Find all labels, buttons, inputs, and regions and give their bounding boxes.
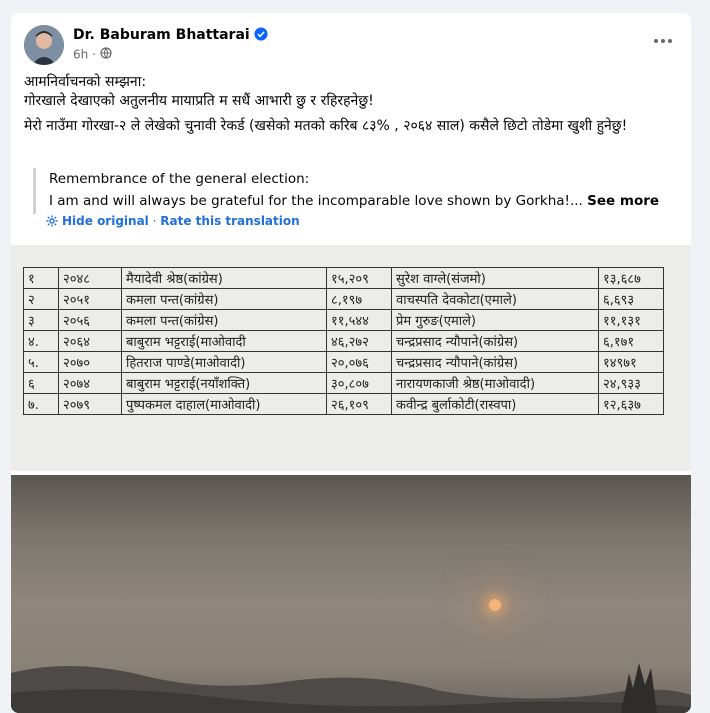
table-cell: बाबुराम भट्टराई(नयाँशक्ति) xyxy=(121,372,327,394)
table-cell: २०५१ xyxy=(58,288,122,310)
table-cell: ११,५४४ xyxy=(326,309,392,331)
table-cell: कमला पन्त(कांग्रेस) xyxy=(121,288,327,310)
table-cell: ३०,८०७ xyxy=(326,372,392,394)
table-cell: वाचस्पति देवकोटा(एमाले) xyxy=(391,288,599,310)
table-cell: २४,९३३ xyxy=(598,372,664,394)
table-cell: २६,१०९ xyxy=(326,393,392,415)
table-cell: प्रेम गुरुङ(एमाले) xyxy=(391,309,599,331)
table-cell: कमला पन्त(कांग्रेस) xyxy=(121,309,327,331)
table-cell: कवीन्द्र बुर्लाकोटी(रास्वपा) xyxy=(391,393,599,415)
table-row: ७. २०७९ पुष्पकमल दाहाल(माओवादी) २६,१०९ कवीन्… xyxy=(23,393,664,415)
table-cell: बाबुराम भट्टराई(माओवादी xyxy=(121,330,327,352)
author-name-text[interactable]: Dr. Baburam Bhattarai xyxy=(73,27,250,43)
table-cell: २०७४ xyxy=(58,372,122,394)
post-meta: 6h · xyxy=(73,47,112,62)
table-cell: ११,१३१ xyxy=(598,309,664,331)
sun-glow xyxy=(489,599,501,611)
more-options-button[interactable] xyxy=(649,31,677,51)
table-cell: २०५६ xyxy=(58,309,122,331)
table-cell: मैयादेवी श्रेष्ठ(कांग्रेस) xyxy=(121,267,327,289)
post-body-line: गोरखाले देखाएको अतुलनीय मायाप्रति म सधैं… xyxy=(24,93,374,109)
election-results-table: १ २०४८ मैयादेवी श्रेष्ठ(कांग्रेस) १५,२०९ सुर… xyxy=(23,267,664,415)
globe-icon xyxy=(100,47,112,62)
table-row: ४. २०६४ बाबुराम भट्टराई(माओवादी ४६,२७२ चन्द्… xyxy=(23,330,664,352)
table-cell: २०७९ xyxy=(58,393,122,415)
table-cell: चन्द्रप्रसाद न्यौपाने(कांग्रेस) xyxy=(391,351,599,373)
rate-translation-link[interactable]: Rate this translation xyxy=(160,214,299,228)
hide-original-link[interactable]: Hide original xyxy=(62,214,149,228)
link-separator: · xyxy=(152,214,157,228)
verified-badge-icon xyxy=(254,27,268,45)
hills-silhouette xyxy=(11,663,691,713)
translation-line: I am and will always be grateful for the… xyxy=(49,190,673,212)
table-cell: २०७० xyxy=(58,351,122,373)
table-row: ६ २०७४ बाबुराम भट्टराई(नयाँशक्ति) ३०,८०७ नार… xyxy=(23,372,664,394)
translation-block: Remembrance of the general election: I a… xyxy=(33,168,673,214)
translation-line-text: I am and will always be grateful for the… xyxy=(49,193,583,209)
post-header: Dr. Baburam Bhattarai 6h · xyxy=(11,13,691,73)
table-cell: १३,६८७ xyxy=(598,267,664,289)
table-cell: हितराज पाण्डे(माओवादी) xyxy=(121,351,327,373)
see-more-link[interactable]: See more xyxy=(587,193,659,209)
table-cell: ३ xyxy=(23,309,59,331)
table-cell: ६,१७१ xyxy=(598,330,664,352)
post-body: आमनिर्वाचनको सम्झना: गोरखाले देखाएको अतु… xyxy=(24,73,679,136)
table-row: ५. २०७० हितराज पाण्डे(माओवादी) २०,०७६ चन्द्र… xyxy=(23,351,664,373)
table-cell: चन्द्रप्रसाद न्यौपाने(कांग्रेस) xyxy=(391,330,599,352)
table-cell: ४. xyxy=(23,330,59,352)
table-cell: १२,६३७ xyxy=(598,393,664,415)
table-row: १ २०४८ मैयादेवी श्रेष्ठ(कांग्रेस) १५,२०९ सुर… xyxy=(23,267,664,289)
meta-separator: · xyxy=(92,47,96,62)
post-body-line: आमनिर्वाचनको सम्झना: xyxy=(24,74,147,90)
table-row: ३ २०५६ कमला पन्त(कांग्रेस) ११,५४४ प्रेम गुरु… xyxy=(23,309,664,331)
table-cell: ४६,२७२ xyxy=(326,330,392,352)
table-row: २ २०५१ कमला पन्त(कांग्रेस) ८,१९७ वाचस्पति दे… xyxy=(23,288,664,310)
sunset-photo[interactable] xyxy=(11,475,691,713)
table-cell: ८,१९७ xyxy=(326,288,392,310)
table-cell: पुष्पकमल दाहाल(माओवादी) xyxy=(121,393,327,415)
table-cell: १४९७१ xyxy=(598,351,664,373)
table-cell: २ xyxy=(23,288,59,310)
table-cell: १ xyxy=(23,267,59,289)
table-cell: सुरेश वाग्ले(संजमो) xyxy=(391,267,599,289)
table-cell: ६,६९३ xyxy=(598,288,664,310)
translation-actions: Hide original · Rate this translation xyxy=(46,212,300,232)
table-cell: ५. xyxy=(23,351,59,373)
table-cell: ६ xyxy=(23,372,59,394)
translation-line: Remembrance of the general election: xyxy=(49,171,310,187)
post-timestamp[interactable]: 6h xyxy=(73,48,88,62)
post-body-line: मेरो नाउँमा गोरखा-२ ले लेखेको चुनावी रेक… xyxy=(24,118,628,134)
table-cell: २०,०७६ xyxy=(326,351,392,373)
table-cell: २०४८ xyxy=(58,267,122,289)
election-record-photo[interactable]: १ २०४८ मैयादेवी श्रेष्ठ(कांग्रेस) १५,२०९ सुर… xyxy=(11,245,691,471)
table-cell: १५,२०९ xyxy=(326,267,392,289)
post-card: Dr. Baburam Bhattarai 6h · आमनिर्वाचनको … xyxy=(11,13,691,713)
author-avatar[interactable] xyxy=(24,25,64,65)
table-cell: नारायणकाजी श्रेष्ठ(माओवादी) xyxy=(391,372,599,394)
translate-gear-icon xyxy=(46,214,58,232)
more-options-icon xyxy=(653,39,674,43)
table-cell: २०६४ xyxy=(58,330,122,352)
author-name[interactable]: Dr. Baburam Bhattarai xyxy=(73,27,268,45)
table-cell: ७. xyxy=(23,393,59,415)
